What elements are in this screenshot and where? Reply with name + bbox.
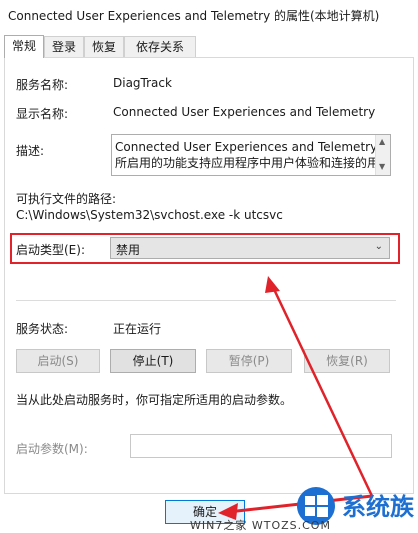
title-bar: Connected User Experiences and Telemetry… [0, 0, 418, 30]
startup-type-value: 禁用 [116, 243, 141, 257]
scroll-down-icon[interactable]: ▼ [379, 162, 385, 171]
general-panel [4, 57, 414, 494]
service-name-label: 服务名称: [16, 78, 69, 92]
start-params-label: 启动参数(M): [16, 442, 88, 456]
tab-general[interactable]: 常规 [4, 35, 44, 58]
display-name-label: 显示名称: [16, 107, 69, 121]
tab-dependencies[interactable]: 依存关系 [124, 36, 196, 57]
startup-type-select[interactable]: 禁用 ⌄ [110, 237, 390, 259]
resume-button[interactable]: 恢复(R) [304, 349, 390, 373]
description-line-2: 所启用的功能支持应用程序中用户体验和连接的用户体 [115, 156, 391, 170]
start-button[interactable]: 启动(S) [16, 349, 100, 373]
pause-button[interactable]: 暂停(P) [206, 349, 292, 373]
start-params-input[interactable] [130, 434, 392, 458]
description-label: 描述: [16, 144, 45, 158]
tab-recovery[interactable]: 恢复 [84, 36, 124, 57]
service-status-value: 正在运行 [113, 322, 162, 336]
divider [16, 300, 396, 301]
watermark-url: WIN7之家 WTOZS.COM [190, 519, 331, 532]
tab-logon[interactable]: 登录 [44, 36, 84, 57]
service-name-value: DiagTrack [113, 76, 172, 90]
scroll-up-icon[interactable]: ▲ [379, 137, 385, 146]
startup-type-label: 启动类型(E): [16, 243, 85, 257]
stop-button[interactable]: 停止(T) [110, 349, 196, 373]
service-status-label: 服务状态: [16, 322, 69, 336]
description-line-1: Connected User Experiences and Telemetry… [115, 140, 391, 154]
display-name-value: Connected User Experiences and Telemetry [113, 105, 376, 119]
chevron-down-icon[interactable]: ⌄ [375, 241, 383, 252]
description-scrollbar[interactable]: ▲ ▼ [375, 135, 390, 175]
watermark: 系统族 WIN7之家 WTOZS.COM [190, 484, 418, 532]
exe-path-label: 可执行文件的路径: [16, 192, 117, 206]
description-box[interactable]: Connected User Experiences and Telemetry… [111, 134, 391, 176]
exe-path-value: C:\Windows\System32\svchost.exe -k utcsv… [16, 208, 283, 222]
watermark-brand: 系统族 [342, 492, 414, 521]
window-title: Connected User Experiences and Telemetry… [8, 9, 380, 23]
start-params-hint: 当从此处启动服务时，你可指定所适用的启动参数。 [16, 393, 293, 407]
